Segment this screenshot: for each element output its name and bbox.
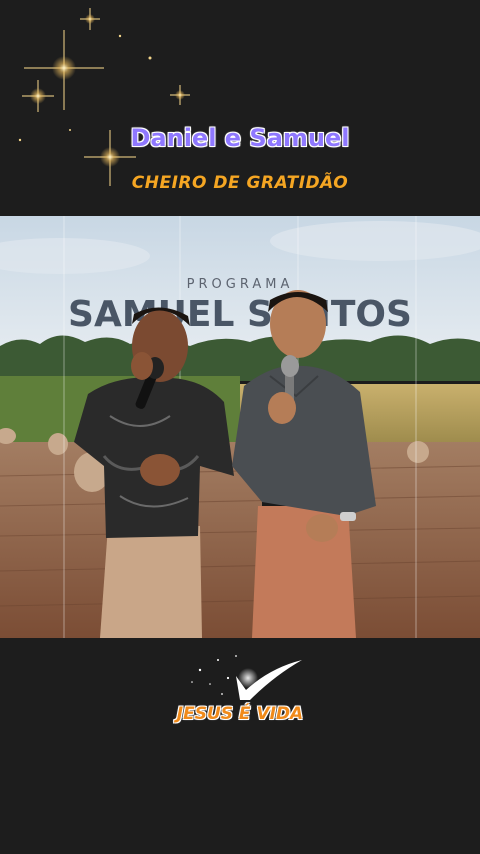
artist-name: Daniel e Samuel (130, 124, 350, 152)
top-banner: Daniel e Samuel CHEIRO DE GRATIDÃO (0, 0, 480, 216)
song-title: CHEIRO DE GRATIDÃO (131, 173, 349, 193)
channel-logo-text: JESUS É VIDA (176, 704, 304, 724)
video-frame[interactable]: PROGRAMA SAMUEL SANTOS (0, 216, 480, 638)
backdrop-big-text: SAMUEL SANTOS (68, 294, 412, 335)
checkmark-swoosh-icon (191, 655, 302, 700)
video-scene: PROGRAMA SAMUEL SANTOS (0, 216, 480, 638)
backdrop-small-text: PROGRAMA (187, 277, 294, 292)
